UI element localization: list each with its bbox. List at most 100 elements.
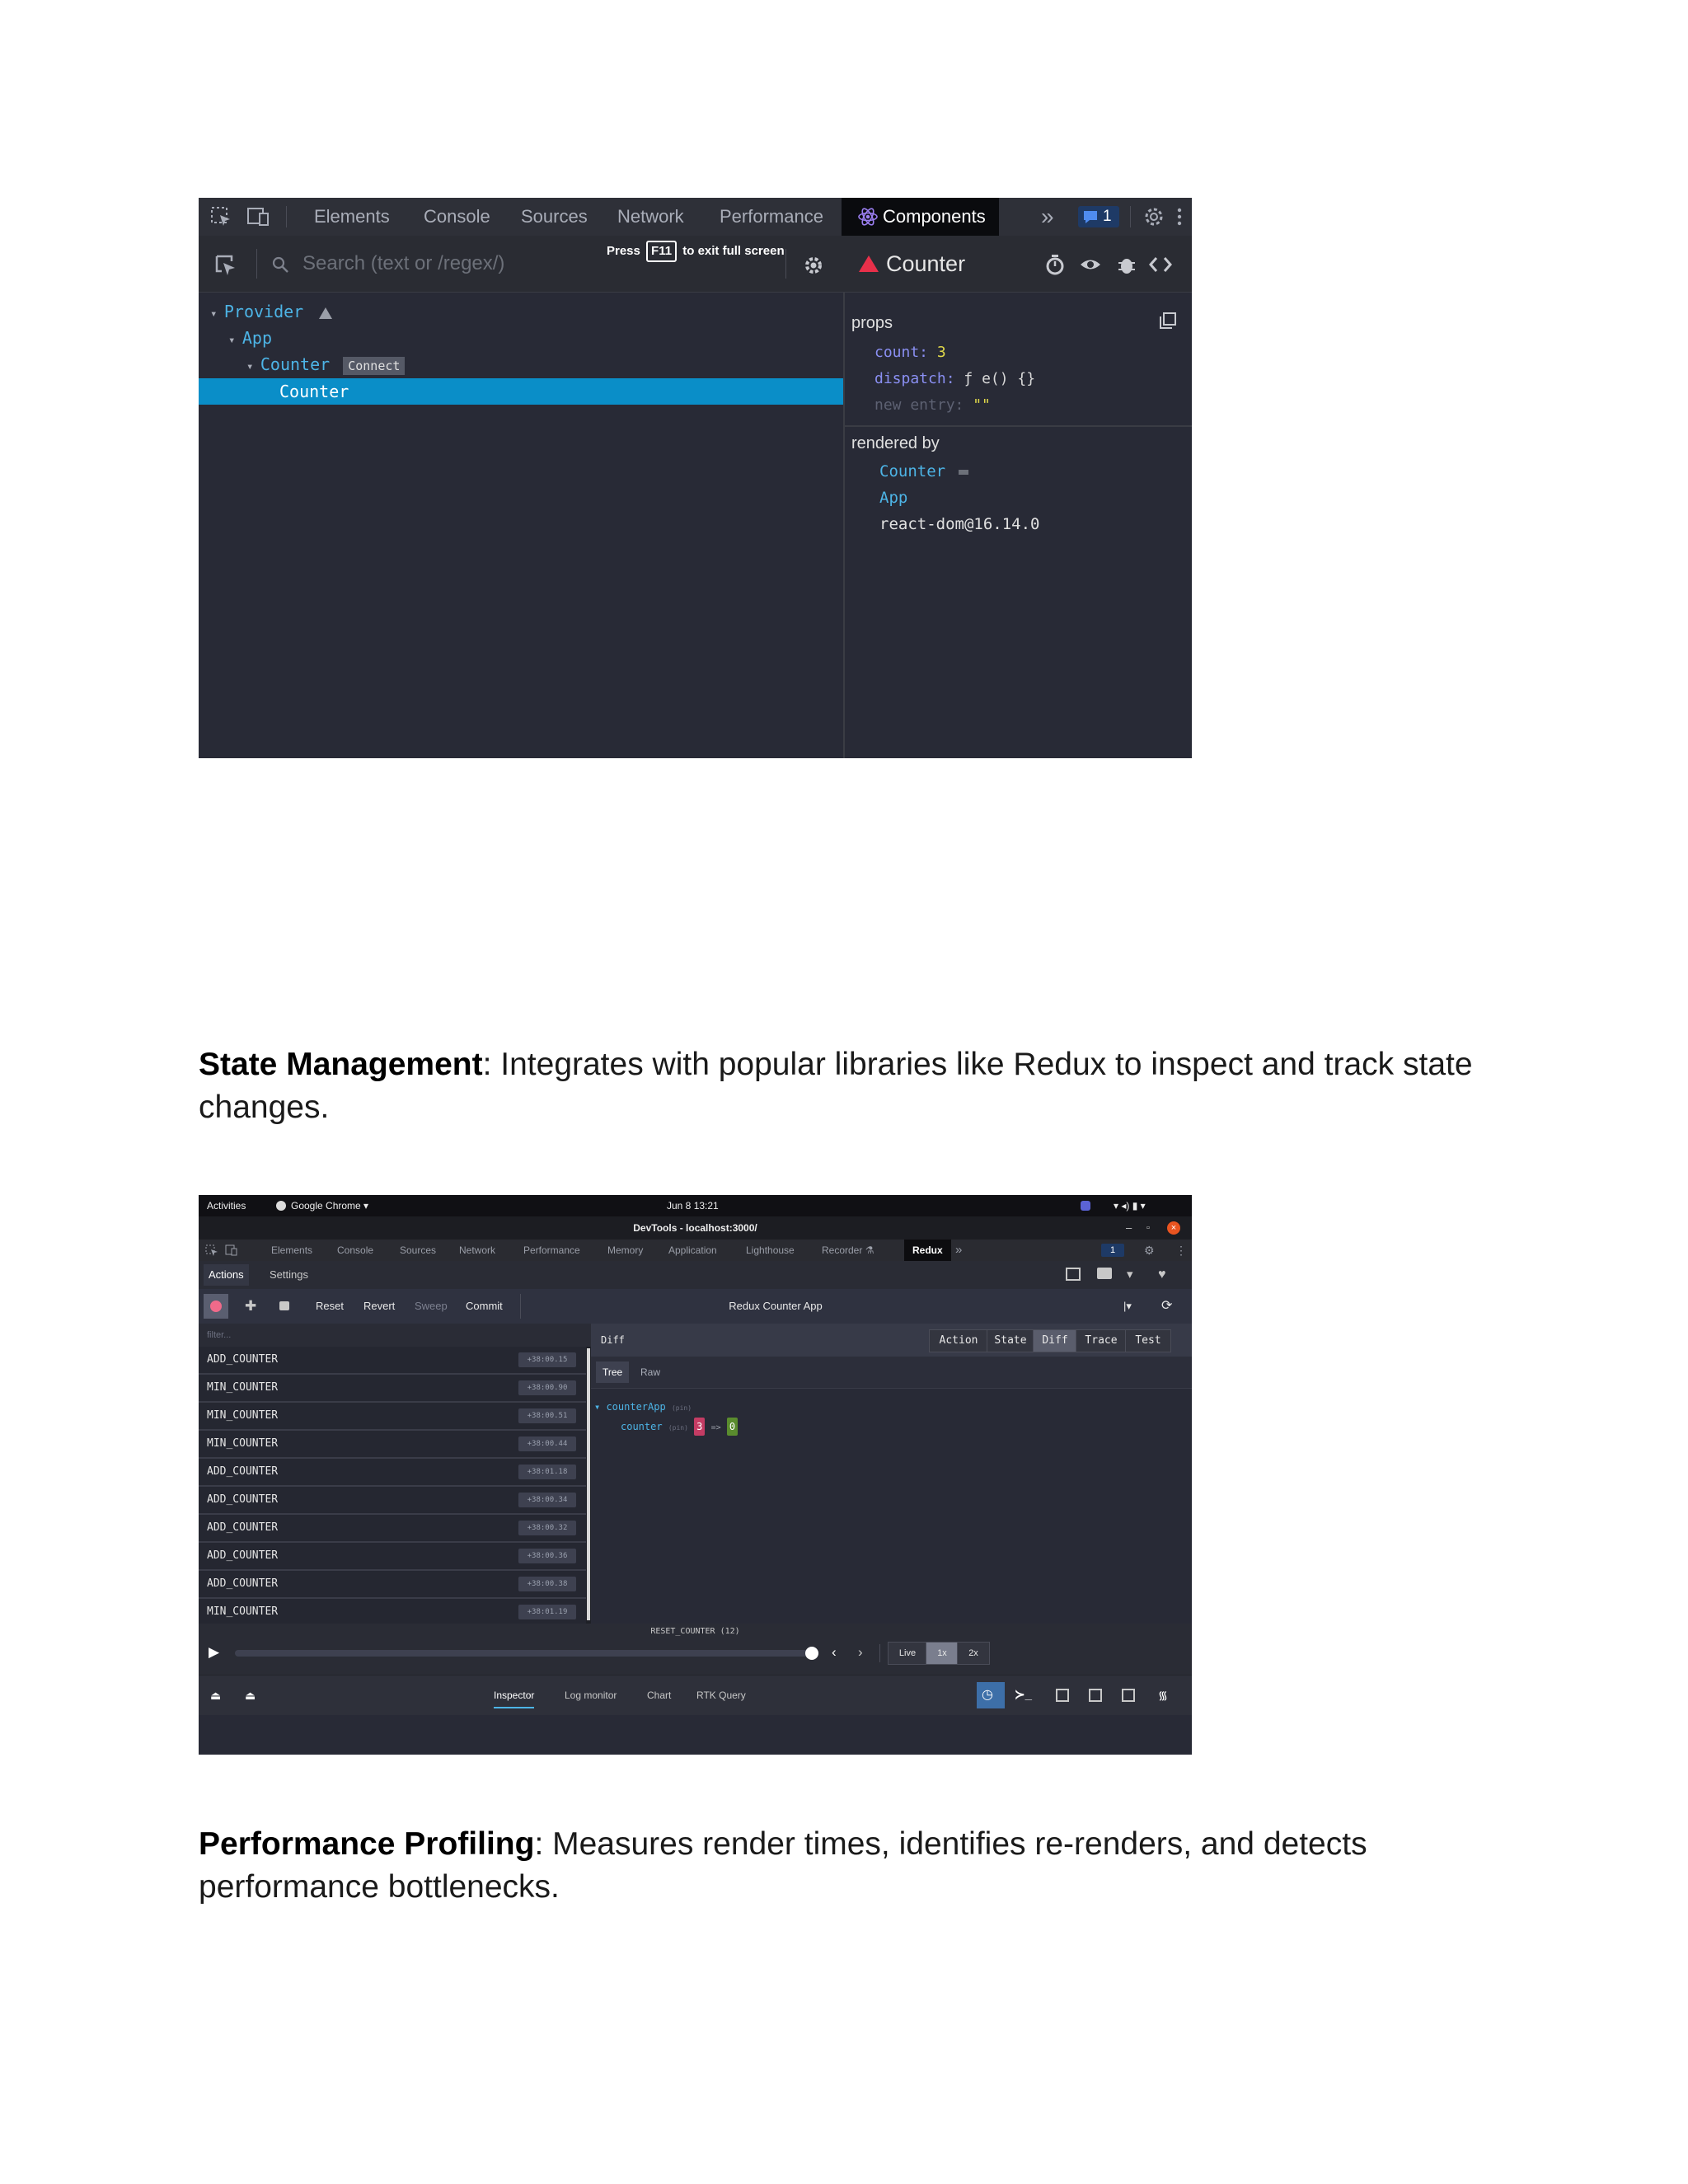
scrollbar-thumb[interactable] [587,1348,590,1620]
device-toolbar-icon[interactable] [225,1244,238,1256]
issues-badge[interactable]: 1 [1078,206,1119,227]
action-list-item[interactable]: ADD_COUNTER +38:01.18 [199,1459,586,1487]
dock-left-icon[interactable]: ⏏ [210,1687,221,1704]
remote-icon[interactable]: ᯾ [1158,1685,1168,1705]
more-tabs-icon[interactable]: » [955,1240,962,1261]
issues-badge[interactable]: 1 [1101,1244,1124,1257]
prop-new-entry[interactable]: new entry: "" [874,392,991,419]
system-tray-icons[interactable]: ▾ ◂) ▮ ▾ [1114,1195,1146,1216]
tab-redux[interactable]: Redux [904,1240,951,1261]
action-list-item[interactable]: MIN_COUNTER +38:00.51 [199,1403,586,1431]
lock-icon[interactable] [279,1301,289,1310]
revert-button[interactable]: Revert [363,1296,395,1317]
settings-gear-icon[interactable] [1142,205,1165,228]
previous-icon[interactable]: ‹ [832,1643,837,1661]
inspect-element-icon[interactable] [210,206,233,227]
tab-sources[interactable]: Sources [400,1240,436,1261]
prop-count[interactable]: count: 3 [874,340,946,366]
eye-icon[interactable] [1079,255,1102,274]
tab-recorder[interactable]: Recorder ⚗ [822,1240,874,1261]
tab-memory[interactable]: Memory [607,1240,643,1261]
action-filter[interactable]: filter... [199,1324,591,1347]
slider-thumb[interactable] [805,1647,818,1660]
bottom-tab-chart[interactable]: Chart [647,1687,671,1704]
diff-root[interactable]: ▾ counterApp (pin) [594,1399,692,1416]
split-view-icon[interactable] [1066,1268,1081,1281]
bottom-tab-rtk-query[interactable]: RTK Query [696,1687,746,1704]
tree-node-provider[interactable]: ▾ Provider [210,298,333,325]
pin-icon[interactable]: ✚ [245,1296,256,1317]
tab-lighthouse[interactable]: Lighthouse [746,1240,795,1261]
bottom-tab-log-monitor[interactable]: Log monitor [565,1687,617,1704]
copy-icon[interactable] [1158,312,1178,331]
tab-elements[interactable]: Elements [314,198,390,236]
filter-input[interactable]: filter... [207,1324,231,1347]
speed-1x[interactable]: 1x [926,1642,959,1665]
rendered-by-app[interactable]: App [879,485,907,511]
device-toolbar-icon[interactable] [246,206,271,227]
action-list-item[interactable]: ADD_COUNTER +38:00.15 [199,1347,586,1375]
tab-console[interactable]: Console [424,198,490,236]
tab-network[interactable]: Network [459,1240,495,1261]
action-list-item[interactable]: MIN_COUNTER +38:00.44 [199,1431,586,1459]
bottom-tab-inspector[interactable]: Inspector [494,1687,535,1708]
panel-tab-diff[interactable]: Diff [1033,1329,1077,1352]
layout-icon[interactable] [1089,1689,1102,1702]
tab-sources[interactable]: Sources [521,198,588,236]
dock-right-icon[interactable]: ⏏ [245,1687,256,1704]
panel-tab-test[interactable]: Test [1125,1329,1171,1352]
action-list-item[interactable]: MIN_COUNTER +38:01.19 [199,1599,586,1627]
rendered-by-counter[interactable]: Counter [879,458,968,485]
instance-selector[interactable]: Redux Counter App [528,1296,1023,1317]
chat-icon[interactable] [1097,1268,1112,1279]
diff-entry-counter[interactable]: counter (pin) 3 => 0 [621,1418,738,1437]
kebab-menu-icon[interactable] [1175,206,1184,227]
stopwatch-icon[interactable] [1044,253,1066,276]
app-menu[interactable]: Google Chrome ▾ [291,1195,368,1216]
bug-icon[interactable] [1117,253,1137,276]
action-list-item[interactable]: ADD_COUNTER +38:00.32 [199,1515,586,1543]
view-source-icon[interactable] [1148,255,1173,274]
sweep-button[interactable]: Sweep [415,1296,448,1317]
heart-icon[interactable]: ♥ [1158,1264,1166,1286]
twitter-icon[interactable]: ▾ [1127,1264,1133,1286]
tab-application[interactable]: Application [668,1240,717,1261]
play-icon[interactable]: ▶ [209,1643,219,1661]
panel-tab-state[interactable]: State [987,1329,1034,1352]
speed-live[interactable]: Live [888,1642,927,1665]
close-icon[interactable]: × [1167,1221,1180,1235]
settings-gear-icon[interactable]: ⚙ [1144,1240,1155,1261]
layout-icon[interactable] [1122,1689,1135,1702]
next-icon[interactable]: › [858,1643,863,1661]
slider-track[interactable] [235,1650,812,1657]
action-list-item[interactable]: ADD_COUNTER +38:00.38 [199,1571,586,1599]
tab-performance[interactable]: Performance [523,1240,580,1261]
tab-elements[interactable]: Elements [271,1240,312,1261]
instance-dropdown-icon[interactable]: |▾ [1123,1296,1132,1317]
view-tab-tree[interactable]: Tree [596,1361,630,1383]
search-input[interactable]: Search (text or /regex/) [302,251,504,277]
terminal-icon[interactable]: ≻_ [1015,1685,1032,1705]
activities-label[interactable]: Activities [207,1195,246,1216]
action-list-item[interactable]: ADD_COUNTER +38:00.34 [199,1487,586,1515]
panel-tab-trace[interactable]: Trace [1076,1329,1127,1352]
inspect-element-icon[interactable] [205,1244,218,1256]
tab-network[interactable]: Network [617,198,684,236]
layout-icon[interactable] [1056,1689,1069,1702]
minimize-icon[interactable]: – [1126,1216,1132,1240]
panel-tab-action[interactable]: Action [929,1329,988,1352]
subtab-actions[interactable]: Actions [204,1264,249,1286]
tree-node-counter[interactable]: ▾ Counter Connect [246,351,406,377]
action-list-item[interactable]: ADD_COUNTER +38:00.36 [199,1543,586,1571]
settings-gear-icon[interactable] [802,254,825,277]
prop-dispatch[interactable]: dispatch: ƒ e() {} [874,366,1035,392]
tab-performance[interactable]: Performance [720,198,823,236]
tab-console[interactable]: Console [337,1240,373,1261]
reset-button[interactable]: Reset [316,1296,344,1317]
overflow-chevron-icon[interactable]: » [1041,198,1054,236]
speed-2x[interactable]: 2x [957,1642,990,1665]
commit-button[interactable]: Commit [466,1296,503,1317]
kebab-menu-icon[interactable]: ⋮ [1175,1240,1187,1261]
tree-node-selected-row[interactable]: Counter [199,378,843,405]
maximize-icon[interactable]: ▫ [1146,1216,1150,1240]
